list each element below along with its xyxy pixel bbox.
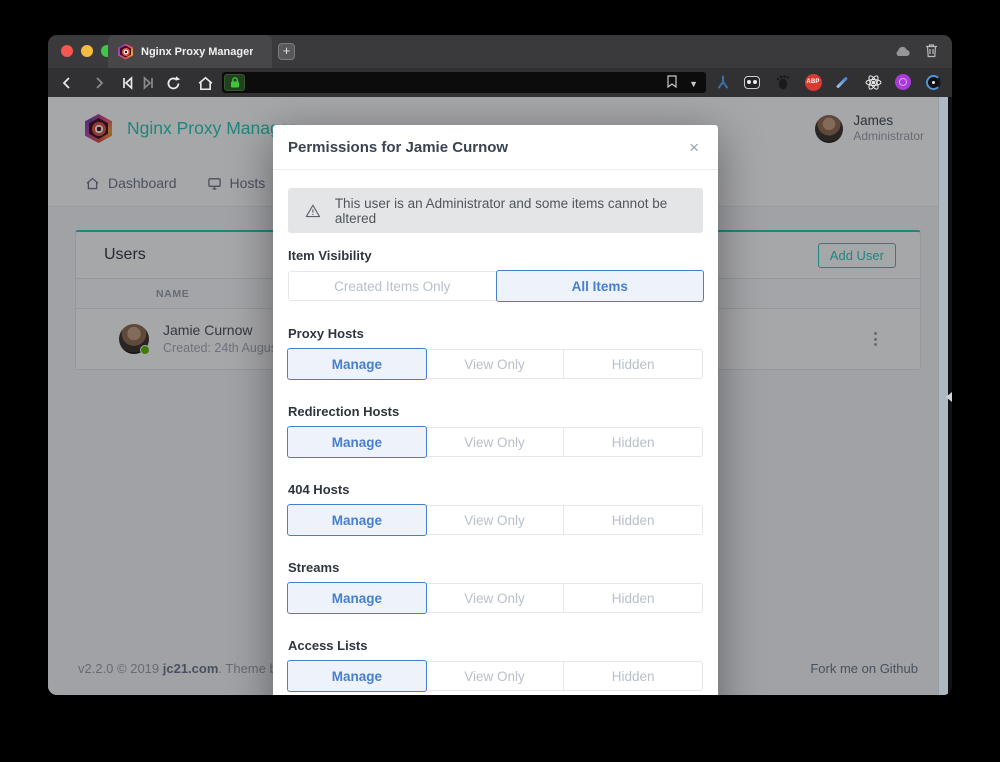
permission-option-button[interactable]: Manage — [287, 582, 427, 614]
reload-button[interactable] — [164, 74, 182, 92]
npm-favicon — [118, 44, 133, 60]
permission-option-button[interactable]: Hidden — [564, 661, 703, 691]
permission-option-button[interactable]: Hidden — [564, 427, 703, 457]
permission-group-label: Access Lists — [288, 638, 703, 654]
trash-icon[interactable] — [925, 43, 938, 63]
browser-tab[interactable]: Nginx Proxy Manager — [108, 35, 272, 68]
segmented-control: ManageView OnlyHidden — [288, 427, 703, 457]
permission-group: Redirection Hosts ManageView OnlyHidden — [288, 404, 703, 457]
permission-group: 404 Hosts ManageView OnlyHidden — [288, 482, 703, 535]
address-bar[interactable]: ▼ — [222, 72, 706, 93]
browser-window: Nginx Proxy Manager + — [48, 35, 952, 695]
permission-option-button[interactable]: View Only — [426, 427, 565, 457]
admin-warning-alert: This user is an Administrator and some i… — [288, 188, 703, 233]
segmented-control: ManageView OnlyHidden — [288, 349, 703, 379]
permission-group: Access Lists ManageView OnlyHidden — [288, 638, 703, 691]
permission-group-label: Proxy Hosts — [288, 326, 703, 342]
gnome-foot-extension-icon[interactable] — [773, 73, 791, 91]
close-window-button[interactable] — [61, 45, 73, 57]
bookmark-flag-icon[interactable] — [667, 75, 677, 93]
browser-tab-bar: Nginx Proxy Manager + — [48, 35, 952, 68]
permission-option-button[interactable]: Manage — [287, 504, 427, 536]
forward-button[interactable] — [90, 74, 108, 92]
permission-option-button[interactable]: Manage — [287, 660, 427, 692]
gauge-lock-extension-icon[interactable] — [924, 73, 942, 91]
modal-title: Permissions for Jamie Curnow — [288, 139, 508, 156]
permissions-modal: Permissions for Jamie Curnow × This user… — [273, 125, 718, 695]
permission-option-button[interactable]: Hidden — [564, 349, 703, 379]
pen-extension-icon[interactable] — [833, 73, 851, 91]
goggles-extension-icon[interactable] — [743, 73, 761, 91]
new-tab-button[interactable]: + — [278, 43, 295, 60]
permission-option-button[interactable]: Created Items Only — [288, 271, 497, 301]
permission-option-button[interactable]: Hidden — [564, 505, 703, 535]
permission-option-button[interactable]: Manage — [287, 426, 427, 458]
permission-option-button[interactable]: View Only — [426, 349, 565, 379]
https-lock-icon[interactable] — [224, 74, 245, 91]
segmented-control: ManageView OnlyHidden — [288, 661, 703, 691]
atom-extension-icon[interactable] — [864, 73, 882, 91]
permission-group-label: 404 Hosts — [288, 482, 703, 498]
sync-cloud-icon[interactable] — [894, 44, 911, 62]
permission-option-button[interactable]: View Only — [426, 583, 565, 613]
permission-groups: Item Visibility Created Items OnlyAll Ite… — [288, 248, 703, 691]
permission-option-button[interactable]: View Only — [426, 505, 565, 535]
rewind-button[interactable] — [118, 74, 136, 92]
permission-group-label: Redirection Hosts — [288, 404, 703, 420]
permission-group: Item Visibility Created Items OnlyAll Ite… — [288, 248, 703, 301]
window-controls — [61, 45, 113, 57]
panel-toggle-arrow-icon[interactable] — [946, 392, 952, 402]
alert-text: This user is an Administrator and some i… — [335, 196, 686, 226]
minimize-window-button[interactable] — [81, 45, 93, 57]
browser-toolbar: ▼ ABP — [48, 68, 952, 97]
permission-option-button[interactable]: View Only — [426, 661, 565, 691]
permission-option-button[interactable]: Hidden — [564, 583, 703, 613]
permission-group: Streams ManageView OnlyHidden — [288, 560, 703, 613]
permission-option-button[interactable]: Manage — [287, 348, 427, 380]
segmented-control: ManageView OnlyHidden — [288, 583, 703, 613]
permission-group-label: Streams — [288, 560, 703, 576]
purple-circle-extension-icon[interactable] — [894, 73, 912, 91]
close-icon[interactable]: × — [685, 137, 703, 158]
tab-title: Nginx Proxy Manager — [141, 46, 253, 58]
warning-triangle-icon — [305, 203, 321, 219]
adblock-plus-extension-icon[interactable]: ABP — [804, 73, 822, 91]
web-page: Nginx Proxy Manager James Administrator … — [48, 97, 948, 695]
segmented-control: Created Items OnlyAll Items — [288, 271, 703, 301]
fast-forward-button[interactable] — [140, 74, 158, 92]
permission-group: Proxy Hosts ManageView OnlyHidden — [288, 326, 703, 379]
permission-group-label: Item Visibility — [288, 248, 703, 264]
bookmark-dropdown-icon[interactable]: ▼ — [689, 79, 698, 89]
segmented-control: ManageView OnlyHidden — [288, 505, 703, 535]
back-button[interactable] — [58, 74, 76, 92]
home-button[interactable] — [196, 74, 214, 92]
blue-fork-extension-icon[interactable] — [714, 73, 732, 91]
permission-option-button[interactable]: All Items — [496, 270, 705, 302]
